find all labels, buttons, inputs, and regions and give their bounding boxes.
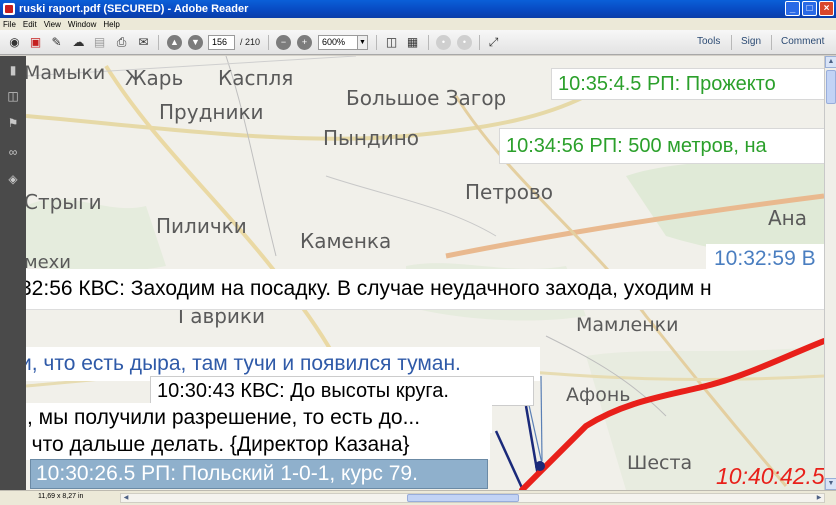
place-label: Шеста (627, 452, 693, 474)
transcript-line: 10:30:26.5 РП: Польский 1-0-1, курс 79. (30, 459, 488, 489)
place-label: Прудники (159, 100, 264, 124)
menu-view[interactable]: View (44, 20, 61, 29)
previous-page-button[interactable]: ▲ (167, 35, 182, 50)
transcript-line: 10:35:4.5 РП: Прожекто (551, 68, 824, 100)
transcript-line: 10:30:43 КВС: До высоты круга. (150, 376, 534, 406)
place-label: Большое Загор (346, 86, 507, 110)
title-bar[interactable]: ruski raport.pdf (SECURED) - Adobe Reade… (0, 0, 836, 18)
menu-window[interactable]: Window (68, 20, 96, 29)
sign-pane-button[interactable]: Sign (741, 36, 761, 47)
comment-pane-button[interactable]: Comment (781, 36, 824, 47)
window-title: ruski raport.pdf (SECURED) - Adobe Reade… (19, 3, 249, 15)
place-label: Мамленки (576, 314, 679, 336)
menu-edit[interactable]: Edit (23, 20, 37, 29)
edit-icon[interactable]: ✎ (49, 35, 64, 50)
vertical-scrollbar[interactable]: ▲ ▼ (824, 56, 836, 490)
comment-note-icon[interactable]: • (457, 35, 472, 50)
page-size-readout: 11,69 x 8,27 in (38, 493, 84, 500)
place-label: Пындино (323, 126, 420, 150)
place-label: Афонь (566, 384, 631, 406)
window-controls: _ □ × (785, 1, 834, 16)
minimize-button[interactable]: _ (785, 1, 800, 16)
horizontal-scroll-thumb[interactable] (407, 494, 519, 502)
transcript-line: 32:56 КВС: Заходим на посадку. В случае … (26, 269, 824, 310)
save-icon[interactable]: ▤ (92, 35, 107, 50)
zoom-out-button[interactable]: − (276, 35, 291, 50)
vertical-scroll-thumb[interactable] (826, 70, 836, 104)
toolbar-separator (428, 35, 429, 50)
fit-page-icon[interactable]: ◫ (384, 35, 399, 50)
place-label: Петрово (465, 180, 553, 204)
toolbar: ◉ ▣ ✎ ☁ ▤ ⎙ ✉ ▲ ▼ 156 / 210 − + 600% ▼ ◫… (0, 30, 836, 55)
transcript-line: ), мы получили разрешение, то есть до... (26, 403, 492, 433)
create-pdf-icon[interactable]: ▣ (28, 35, 43, 50)
full-screen-icon[interactable]: ▦ (405, 35, 420, 50)
read-aloud-icon[interactable]: • (436, 35, 451, 50)
page-number-input[interactable]: 156 (208, 35, 235, 50)
zoom-in-button[interactable]: + (297, 35, 312, 50)
transcript-line: 10:40:42.5 (716, 463, 824, 489)
email-icon[interactable]: ✉ (136, 35, 151, 50)
scroll-right-arrow-icon[interactable]: ▶ (814, 494, 824, 502)
transcript-line: , что дальше делать. {Директор Казана} (26, 430, 490, 460)
place-label: Пилички (156, 214, 247, 238)
menu-file[interactable]: File (3, 20, 16, 29)
scroll-left-arrow-icon[interactable]: ◀ (121, 494, 131, 502)
maximize-button[interactable]: □ (802, 1, 817, 16)
toolbar-separator (479, 35, 480, 50)
place-label: Каменка (300, 229, 392, 253)
open-icon[interactable]: ◉ (7, 35, 22, 50)
scroll-up-arrow-icon[interactable]: ▲ (825, 56, 836, 68)
toolbar-separator (158, 35, 159, 50)
menu-help[interactable]: Help (103, 20, 119, 29)
transcript-line: 10:34:56 РП: 500 метров, на (499, 128, 824, 164)
close-button[interactable]: × (819, 1, 834, 16)
document-view[interactable]: Мамыки Жарь Каспля Большое Загор Прудник… (26, 56, 824, 490)
print-icon[interactable]: ⎙ (114, 35, 129, 50)
toolbar-separator (771, 35, 772, 50)
toolbar-separator (731, 35, 732, 50)
place-label: Стрыги (26, 190, 102, 214)
place-label: Каспля (218, 66, 294, 90)
page-total: / 210 (240, 37, 261, 47)
next-page-button[interactable]: ▼ (188, 35, 203, 50)
zoom-dropdown-arrow-icon[interactable]: ▼ (357, 35, 368, 50)
scroll-down-arrow-icon[interactable]: ▼ (825, 478, 836, 490)
attachments-icon[interactable]: ∞ (5, 144, 21, 160)
bookmarks-icon[interactable]: ⚑ (5, 115, 21, 131)
place-label: Жарь (125, 66, 184, 90)
place-label: Мамыки (26, 62, 106, 84)
layers-icon[interactable]: ◈ (5, 171, 21, 187)
toolbar-separator (268, 35, 269, 50)
lock-icon[interactable]: ▮ (5, 62, 21, 78)
cloud-upload-icon[interactable]: ☁ (71, 35, 86, 50)
toolbar-separator (376, 35, 377, 50)
zoom-input[interactable]: 600% (318, 35, 358, 50)
menu-bar: File Edit View Window Help (0, 18, 836, 30)
adobe-reader-icon (3, 3, 15, 15)
page-thumbnails-icon[interactable]: ◫ (5, 88, 21, 104)
status-bar: 11,69 x 8,27 in ◀ ▶ (0, 490, 836, 505)
place-label: Ана (768, 206, 808, 230)
tools-pane-button[interactable]: Tools (697, 36, 720, 47)
horizontal-scrollbar[interactable]: ◀ ▶ (120, 493, 825, 503)
navigation-pane: ▮ ◫ ⚑ ∞ ◈ (0, 56, 26, 490)
expand-icon[interactable]: ⤢ (486, 35, 501, 50)
